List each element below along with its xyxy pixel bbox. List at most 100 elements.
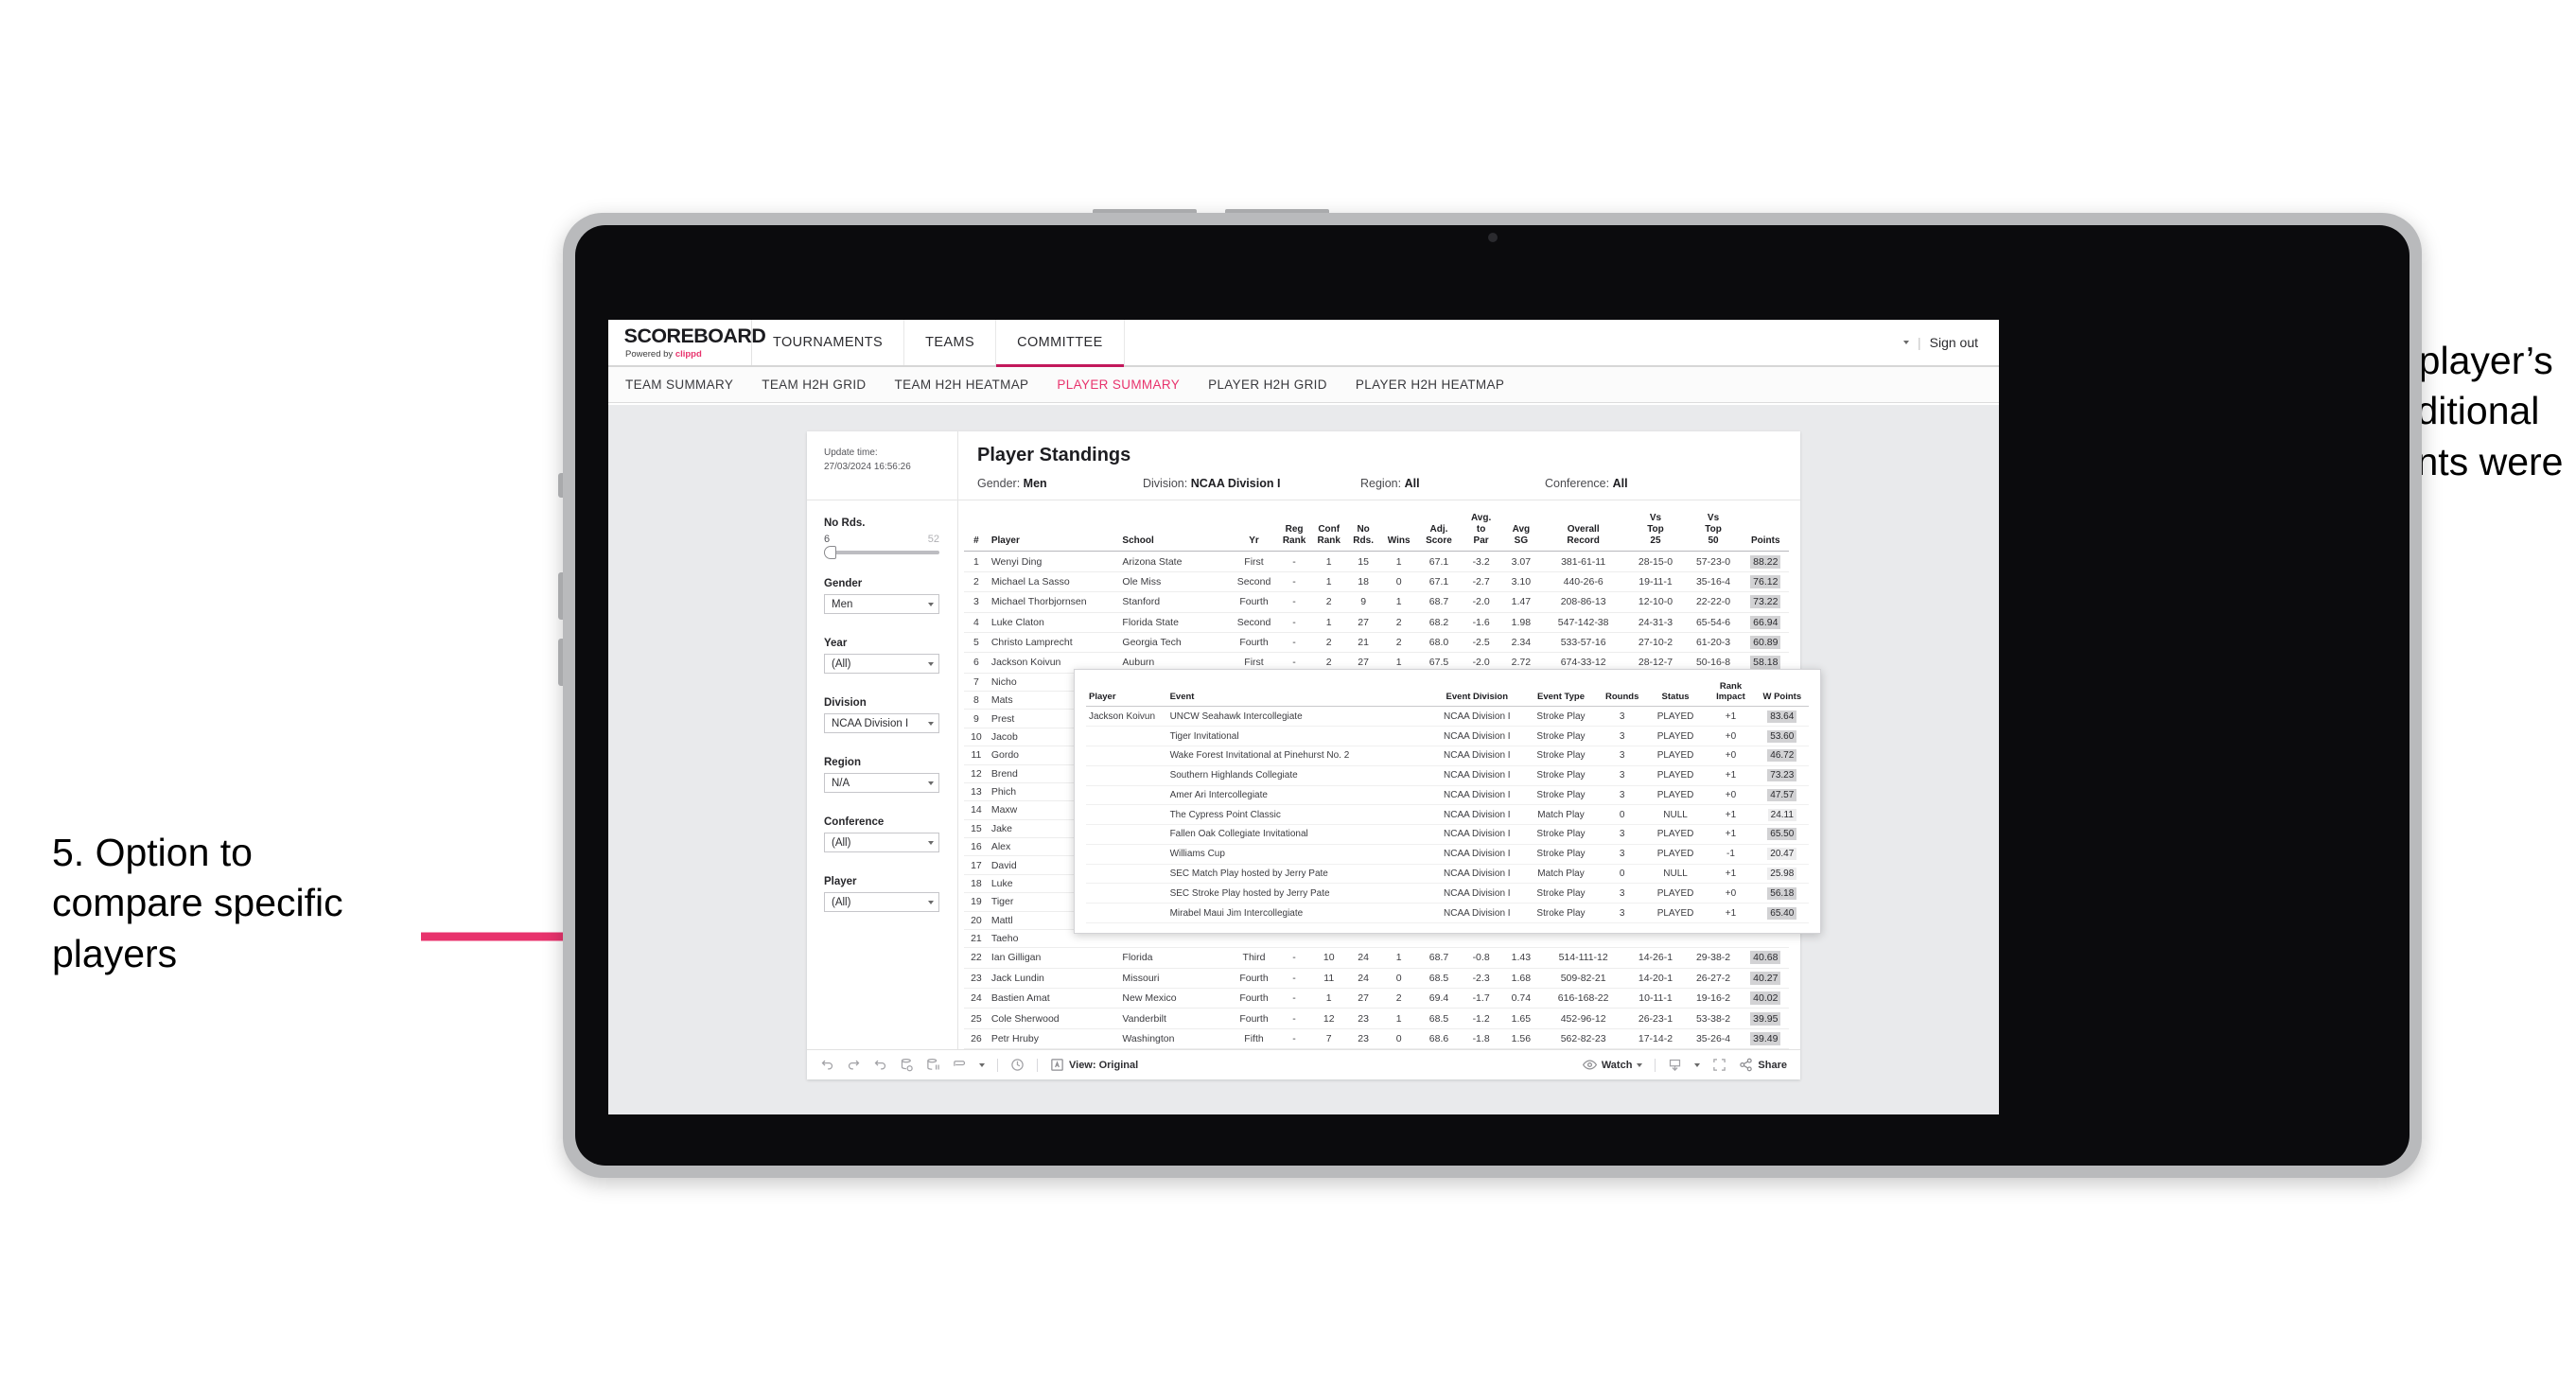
column-header-overall-record[interactable]: Overall Record — [1539, 510, 1627, 553]
cell-t25: 28-15-0 — [1626, 551, 1685, 572]
tooltip-cell-player — [1086, 844, 1167, 865]
subnav-item-player-h2h-grid[interactable]: PLAYER H2H GRID — [1208, 377, 1327, 392]
share-button[interactable]: Share — [1739, 1058, 1787, 1072]
slider-handle[interactable] — [824, 546, 836, 559]
points-badge[interactable]: 39.49 — [1750, 1031, 1781, 1045]
column-header-avg-sg[interactable]: Avg SG — [1501, 510, 1540, 553]
cell-rank: 13 — [964, 782, 989, 802]
tooltip-column-status: Status — [1644, 678, 1707, 708]
cell-wins: 1 — [1379, 947, 1418, 969]
update-time-label: Update time: — [824, 447, 878, 458]
table-header-row: # Player School Yr Reg Rank Conf Rank No Rds. Wins… — [964, 510, 1789, 553]
column-header-vs-top-25[interactable]: Vs Top 25 — [1626, 510, 1685, 553]
subnav-item-player-summary[interactable]: PLAYER SUMMARY — [1057, 377, 1180, 392]
tooltip-cell-division: NCAA Division I — [1431, 883, 1523, 904]
tooltip-cell-player — [1086, 883, 1167, 904]
refresh-data-icon[interactable] — [900, 1058, 914, 1072]
cell-yr: Third — [1230, 947, 1278, 969]
clock-history-icon[interactable] — [1010, 1058, 1025, 1072]
tooltip-cell-type: Stroke Play — [1522, 746, 1600, 766]
table-row[interactable]: 22 Ian Gilligan Florida Third -10 24 1 68.7 -0.8… — [964, 947, 1789, 969]
subnav-item-team-summary[interactable]: TEAM SUMMARY — [625, 377, 733, 392]
filter-region-dropdown[interactable]: N/A — [824, 773, 939, 793]
table-row[interactable]: 5 Christo Lamprecht Georgia Tech Fourth -2 21… — [964, 632, 1789, 654]
filter-conference-dropdown[interactable]: (All) — [824, 833, 939, 852]
tooltip-cell-rounds: 3 — [1599, 746, 1645, 766]
points-badge[interactable]: 39.95 — [1750, 1011, 1781, 1026]
chevron-down-icon — [928, 721, 934, 726]
table-row[interactable]: 4 Luke Claton Florida State Second -1 27 2 68.2… — [964, 612, 1789, 633]
cell-player: Ian Gilligan — [988, 947, 1120, 969]
table-row[interactable]: 2 Michael La Sasso Ole Miss Second -1 18 0 67.1… — [964, 571, 1789, 593]
topnav-item-tournaments[interactable]: TOURNAMENTS — [752, 320, 905, 365]
logo-title: SCOREBOARD — [623, 325, 766, 347]
tooltip-cell-event: Williams Cup — [1166, 844, 1432, 865]
column-header-yr[interactable]: Yr — [1230, 510, 1278, 553]
download-icon[interactable] — [1668, 1058, 1682, 1072]
cell-wins: 1 — [1379, 551, 1418, 572]
points-badge[interactable]: 40.68 — [1750, 951, 1781, 965]
filter-year-dropdown[interactable]: (All) — [824, 654, 939, 674]
column-header-school[interactable]: School — [1119, 510, 1231, 553]
column-header-points[interactable]: Points — [1742, 510, 1789, 553]
sign-out-link[interactable]: Sign out — [1930, 335, 1978, 350]
tooltip-cell-wpoints: 53.60 — [1755, 726, 1809, 746]
column-header-player[interactable]: Player — [988, 510, 1120, 553]
column-header-no-rds[interactable]: No Rds. — [1346, 510, 1380, 553]
points-badge[interactable]: 40.02 — [1750, 991, 1781, 1006]
filter-division-dropdown[interactable]: NCAA Division I — [824, 713, 939, 733]
tooltip-cell-rounds: 3 — [1599, 785, 1645, 806]
subnav-item-player-h2h-heatmap[interactable]: PLAYER H2H HEATMAP — [1356, 377, 1504, 392]
highlight-icon[interactable] — [953, 1058, 967, 1072]
column-header-wins[interactable]: Wins — [1379, 510, 1418, 553]
column-header-adj-score[interactable]: Adj. Score — [1417, 510, 1461, 553]
subnav-item-team-h2h-grid[interactable]: TEAM H2H GRID — [762, 377, 866, 392]
table-row[interactable]: 1 Wenyi Ding Arizona State First -1 15 1 67.1 -3… — [964, 551, 1789, 572]
cell-school: Arizona State — [1119, 551, 1231, 572]
tooltip-cell-type: Stroke Play — [1522, 726, 1600, 746]
table-row[interactable]: 25 Cole Sherwood Vanderbilt Fourth -12 23 1 68.… — [964, 1008, 1789, 1029]
topnav-item-teams[interactable]: TEAMS — [904, 320, 997, 365]
points-badge[interactable]: 73.22 — [1750, 595, 1781, 609]
chevron-down-icon[interactable] — [1902, 341, 1909, 344]
points-badge[interactable]: 58.18 — [1750, 656, 1781, 670]
column-header-avg-to-par[interactable]: Avg. to Par — [1460, 510, 1502, 553]
filter-no-rounds[interactable]: No Rds. 6 52 — [824, 518, 939, 559]
tooltip-cell-impact: +1 — [1706, 804, 1756, 826]
cell-points: 76.12 — [1742, 571, 1789, 593]
cell-points: 88.22 — [1742, 551, 1789, 572]
points-badge[interactable]: 40.27 — [1750, 971, 1781, 985]
column-header-conf-rank[interactable]: Conf Rank — [1310, 510, 1347, 553]
pause-data-icon[interactable] — [926, 1058, 940, 1072]
app-logo[interactable]: SCOREBOARD Powered by clippd — [608, 320, 766, 365]
chevron-down-icon[interactable] — [1694, 1062, 1701, 1067]
subnav-item-team-h2h-heatmap[interactable]: TEAM H2H HEATMAP — [895, 377, 1029, 392]
view-original-button[interactable]: View: Original — [1050, 1058, 1138, 1072]
table-row[interactable]: 3 Michael Thorbjornsen Stanford Fourth -2 9 1 6… — [964, 591, 1789, 613]
chevron-down-icon[interactable] — [979, 1062, 985, 1067]
points-badge[interactable]: 60.89 — [1750, 636, 1781, 650]
column-header-[interactable]: # — [964, 510, 989, 553]
filter-gender-dropdown[interactable]: Men — [824, 594, 939, 614]
cell-yr: Second — [1230, 612, 1278, 633]
table-row[interactable]: 26 Petr Hruby Washington Fifth -7 23 0 68.6 -1.8… — [964, 1028, 1789, 1050]
column-header-reg-rank[interactable]: Reg Rank — [1277, 510, 1311, 553]
filter-player-dropdown[interactable]: (All) — [824, 892, 939, 912]
watch-button[interactable]: Watch — [1582, 1058, 1643, 1072]
fullscreen-icon[interactable] — [1712, 1058, 1726, 1072]
slider-track[interactable] — [824, 546, 939, 559]
tooltip-cell-division: NCAA Division I — [1431, 804, 1523, 826]
undo-icon[interactable] — [820, 1058, 834, 1072]
topnav-item-committee[interactable]: COMMITTEE — [996, 320, 1125, 367]
points-badge[interactable]: 88.22 — [1750, 554, 1781, 569]
header-filter-conference-value: All — [1612, 477, 1628, 490]
cell-reg: - — [1277, 551, 1311, 572]
table-row[interactable]: 24 Bastien Amat New Mexico Fourth -1 27 2 69.4-… — [964, 988, 1789, 1009]
column-header-vs-top-50[interactable]: Vs Top 50 — [1684, 510, 1743, 553]
table-row[interactable]: 23 Jack Lundin Missouri Fourth -11 24 0 68.5 -2.… — [964, 968, 1789, 990]
cell-school: Ole Miss — [1119, 571, 1231, 593]
points-badge[interactable]: 76.12 — [1750, 574, 1781, 588]
revert-icon[interactable] — [873, 1058, 887, 1072]
redo-icon[interactable] — [847, 1058, 861, 1072]
points-badge[interactable]: 66.94 — [1750, 615, 1781, 629]
